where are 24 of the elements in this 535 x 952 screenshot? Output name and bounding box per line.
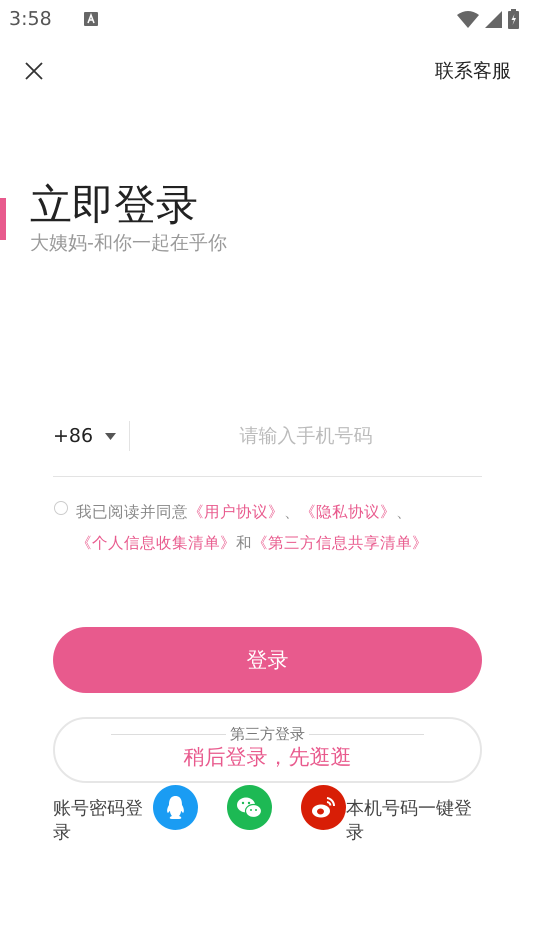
- contact-support-link[interactable]: 联系客服: [435, 58, 511, 84]
- status-time: 3:58: [9, 8, 52, 30]
- chat-bubbles-login-icon[interactable]: [226, 785, 272, 830]
- agreement-link[interactable]: 《个人信息收集清单》: [76, 534, 236, 552]
- page-title: 立即登录: [30, 180, 199, 230]
- close-icon[interactable]: [24, 61, 44, 81]
- caret-icon: [105, 432, 116, 440]
- agreement-text: 我已阅读并同意《用户协议》、《隐私协议》、 《个人信息收集清单》和《第三方信息共享清单》: [76, 502, 429, 554]
- battery-icon: [508, 9, 519, 29]
- keyboard-notification-icon: [84, 12, 98, 26]
- agreement-link[interactable]: 《用户协议》: [188, 503, 284, 522]
- wifi-icon: [457, 10, 479, 28]
- eye-waves-login-icon[interactable]: [300, 785, 346, 830]
- agreement-link[interactable]: 《第三方信息共享清单》: [252, 534, 428, 552]
- login-button[interactable]: 登录: [53, 627, 482, 694]
- one-tap-login-link[interactable]: 本机号码一键登录: [346, 796, 479, 844]
- subtitle: 大姨妈-和你一起在乎你: [30, 231, 228, 256]
- password-login-link[interactable]: 账号密码登录: [53, 796, 153, 844]
- agreement-checkbox[interactable]: [54, 501, 68, 516]
- phone-input-field[interactable]: 请输入手机号码: [130, 424, 482, 448]
- signal-icon: [485, 10, 502, 28]
- country-code-selector[interactable]: +86: [53, 425, 116, 448]
- penguin-login-icon[interactable]: [152, 785, 198, 830]
- agreement-link[interactable]: 《隐私协议》: [300, 503, 396, 522]
